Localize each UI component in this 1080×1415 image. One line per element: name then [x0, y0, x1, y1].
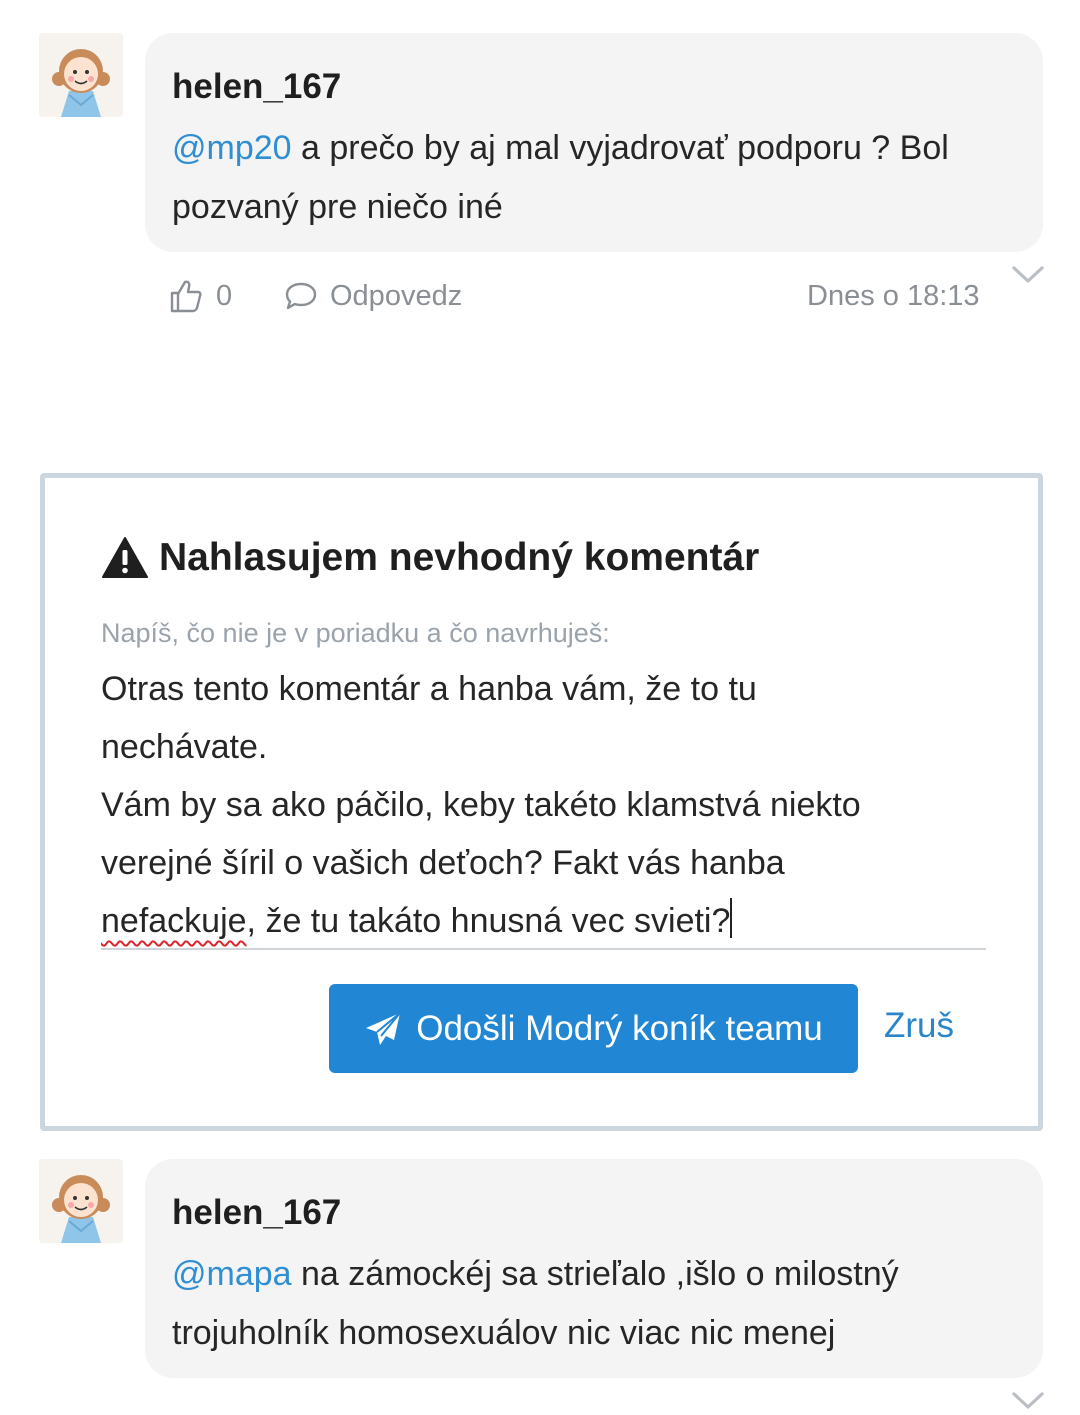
like-count: 0 [216, 279, 233, 312]
send-report-button[interactable]: Odošli Modrý koník teamu [329, 984, 858, 1073]
warning-icon [102, 537, 148, 578]
paper-plane-icon [366, 1011, 401, 1045]
text-caret [730, 898, 733, 938]
cancel-link[interactable]: Zruš [884, 1006, 954, 1046]
user-avatar[interactable] [39, 1159, 123, 1243]
comment-actions: 0 Odpovedz Dnes o 18:13 [170, 276, 1050, 320]
report-textarea[interactable]: Otras tento komentár a hanba vám, že to … [101, 660, 986, 950]
report-textarea-label: Napíš, čo nie je v poriadku a čo navrhuj… [101, 618, 610, 648]
expand-toggle[interactable] [1011, 1390, 1045, 1415]
avatar-girl-illustration [39, 33, 123, 117]
comment-timestamp: Dnes o 18:13 [807, 279, 980, 312]
spellcheck-error[interactable]: nefackuje [101, 902, 247, 940]
expand-toggle[interactable] [1011, 264, 1045, 291]
comment-text: @mp20 a prečo by aj mal vyjadrovať podpo… [172, 129, 949, 226]
comment-username[interactable]: helen_167 [172, 1191, 1017, 1235]
comment-text: @mapa na zámockéj sa strieľalo ,išlo o m… [172, 1255, 899, 1352]
chat-bubble-icon [285, 282, 317, 310]
chevron-down-icon [1012, 1392, 1044, 1409]
reply-label: Odpovedz [330, 279, 463, 312]
report-form: Nahlasujem nevhodný komentár Napíš, čo n… [40, 473, 1043, 1131]
avatar-girl-illustration [39, 1159, 123, 1243]
reply-button[interactable]: Odpovedz [284, 276, 462, 316]
user-avatar[interactable] [39, 33, 123, 117]
comment-bubble: helen_167 @mp20 a prečo by aj mal vyjadr… [145, 33, 1043, 252]
thumbs-up-icon [170, 280, 202, 313]
mention-link[interactable]: @mp20 [172, 129, 292, 167]
chevron-down-icon [1012, 266, 1044, 283]
mention-link[interactable]: @mapa [172, 1255, 292, 1293]
comment-bubble: helen_167 @mapa na zámockéj sa strieľalo… [145, 1159, 1043, 1378]
comment-username[interactable]: helen_167 [172, 65, 1017, 109]
like-button[interactable]: 0 [170, 276, 232, 316]
report-title: Nahlasujem nevhodný komentár [101, 534, 759, 582]
